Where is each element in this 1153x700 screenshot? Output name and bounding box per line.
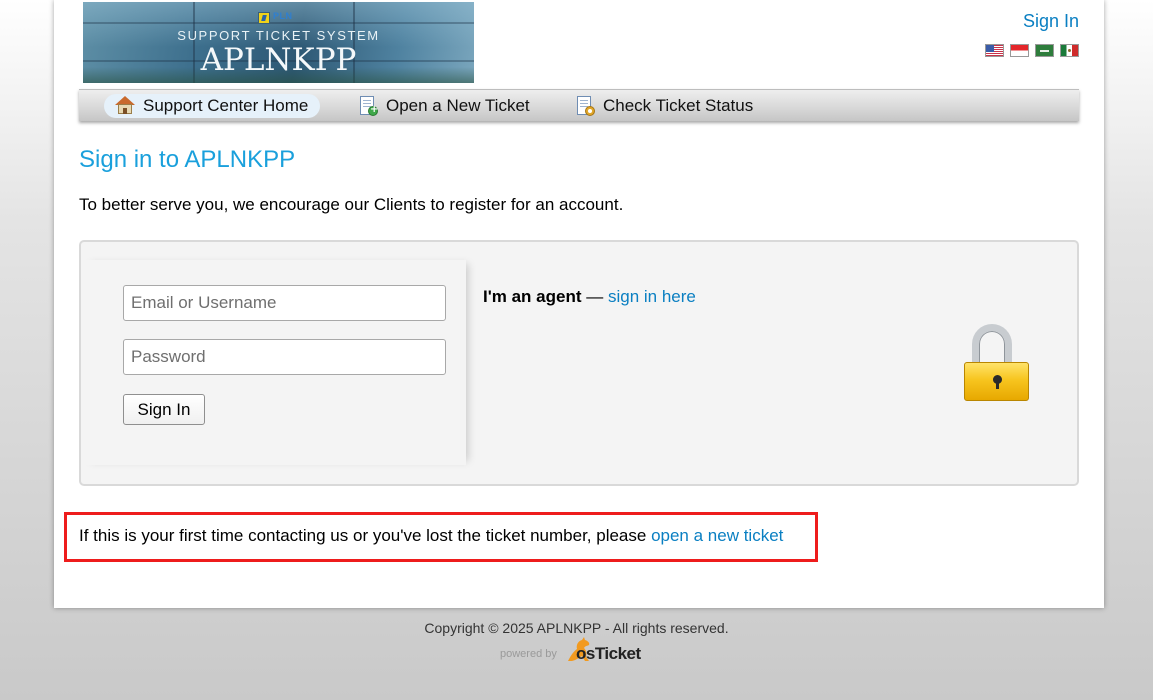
footer-copyright: Copyright © 2025 APLNKPP - All rights re…: [424, 620, 729, 636]
header-sign-in-link[interactable]: Sign In: [1023, 11, 1079, 32]
nav-item-label: Support Center Home: [143, 96, 309, 115]
ticket-status-icon: [574, 95, 596, 117]
nav-item-label: Open a New Ticket: [386, 96, 530, 115]
main-nav: Support Center Home Open a New Ticket Ch…: [79, 89, 1079, 121]
nav-open-new-ticket[interactable]: Open a New Ticket: [357, 94, 530, 118]
logo-subtitle: SUPPORT TICKET SYSTEM: [177, 28, 380, 43]
nav-check-ticket-status[interactable]: Check Ticket Status: [574, 94, 753, 118]
logo-brand: PLN: [273, 11, 293, 21]
language-selector: [985, 44, 1079, 57]
new-ticket-notice: If this is your first time contacting us…: [64, 512, 818, 562]
password-input[interactable]: [123, 339, 446, 375]
logo-title: APLNKPP: [200, 42, 357, 78]
new-ticket-icon: [357, 95, 379, 117]
agent-label: I'm an agent: [483, 287, 582, 306]
flag-sa-icon[interactable]: [1035, 44, 1054, 57]
login-box: Sign In I'm an agent — sign in here: [79, 240, 1079, 486]
osticket-logo: osTicket: [576, 644, 641, 664]
flag-id-icon[interactable]: [1010, 44, 1029, 57]
agent-sign-in-line: I'm an agent — sign in here: [483, 287, 696, 307]
lock-icon: [961, 324, 1031, 404]
home-icon: [114, 95, 136, 117]
osticket-name: Ticket: [594, 644, 641, 663]
nav-support-center-home[interactable]: Support Center Home: [104, 94, 321, 118]
page-title: Sign in to APLNKPP: [79, 146, 296, 173]
email-username-input[interactable]: [123, 285, 446, 321]
nav-item-label: Check Ticket Status: [603, 96, 754, 115]
open-new-ticket-link[interactable]: open a new ticket: [651, 526, 783, 545]
powered-by-osticket-link[interactable]: powered by osTicket: [500, 636, 641, 666]
logo-beam: [83, 22, 474, 24]
flag-us-icon[interactable]: [985, 44, 1004, 57]
notice-text: If this is your first time contacting us…: [79, 526, 652, 545]
flag-mx-icon[interactable]: [1060, 44, 1079, 57]
osticket-prefix: os: [576, 644, 595, 663]
intro-text: To better serve you, we encourage our Cl…: [79, 195, 624, 214]
page-container: PLN SUPPORT TICKET SYSTEM APLNKPP Sign I…: [54, 0, 1104, 608]
agent-separator: —: [581, 287, 608, 306]
site-logo[interactable]: PLN SUPPORT TICKET SYSTEM APLNKPP: [83, 2, 474, 83]
pln-logo-icon: [258, 12, 270, 24]
agent-sign-in-link[interactable]: sign in here: [608, 287, 696, 306]
sign-in-button[interactable]: Sign In: [123, 394, 205, 425]
powered-by-label: powered by: [500, 648, 557, 660]
login-form: Sign In: [81, 260, 466, 465]
